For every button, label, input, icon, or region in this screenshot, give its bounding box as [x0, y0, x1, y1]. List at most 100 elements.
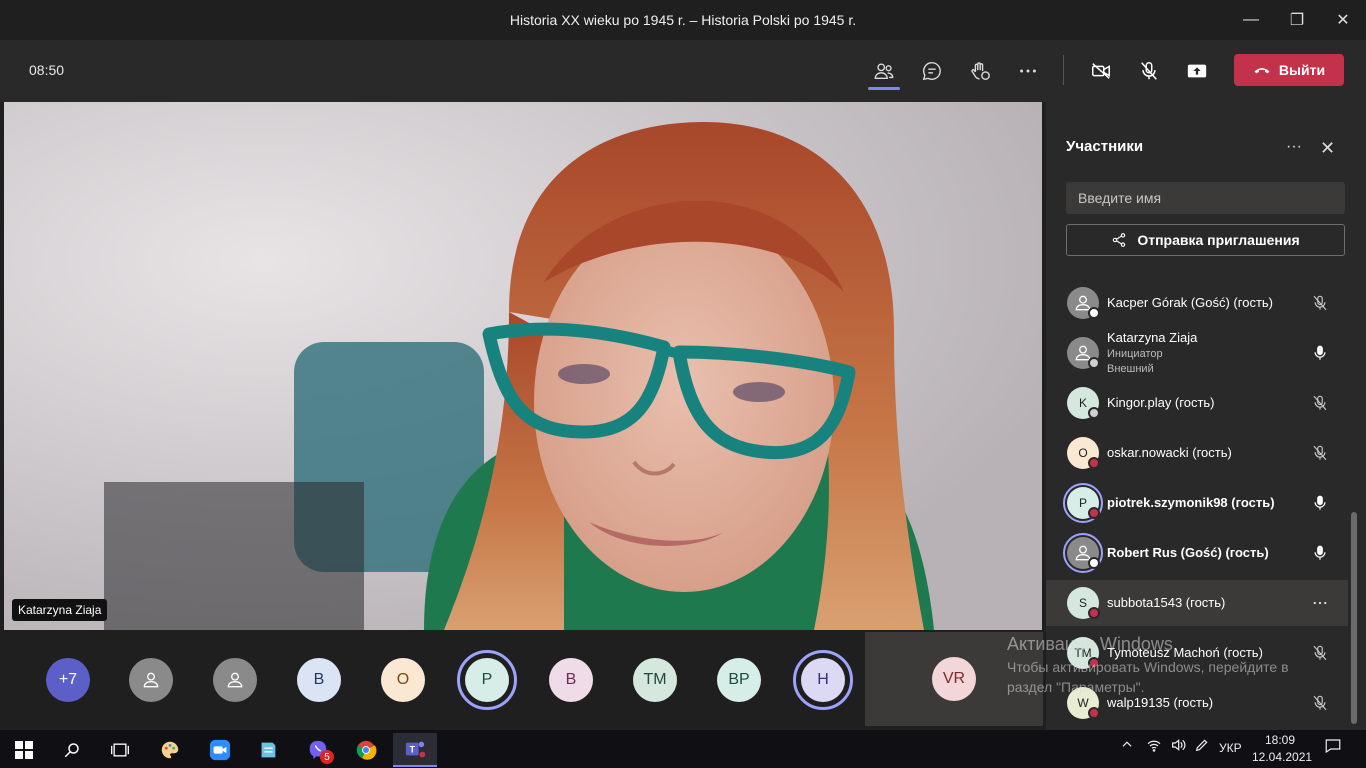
avatar-initials: W — [1077, 696, 1089, 710]
avatar-initials: O — [396, 671, 410, 688]
participants-icon[interactable] — [869, 56, 899, 86]
keyboard-language[interactable]: УКР — [1219, 741, 1242, 755]
participant-name: walp19135 (гость) — [1107, 695, 1214, 710]
pen-icon[interactable] — [1194, 737, 1210, 756]
task-view-icon[interactable] — [98, 733, 142, 767]
more-options-icon[interactable] — [1013, 56, 1043, 86]
presence-badge — [1088, 357, 1100, 369]
participant-name: subbota1543 (гость) — [1107, 595, 1226, 610]
avatar-initials: P — [481, 671, 493, 688]
participant-role: Инициатор — [1107, 348, 1163, 360]
person-icon — [227, 672, 243, 688]
start-icon[interactable] — [2, 733, 46, 767]
paint-app-icon[interactable] — [148, 733, 192, 767]
window-titlebar: Historia XX wieku po 1945 r. – Historia … — [0, 0, 1366, 40]
presence-badge — [1088, 457, 1100, 469]
stripe-avatar[interactable]: BP — [717, 658, 761, 702]
stripe-avatar[interactable] — [129, 658, 173, 702]
avatar-initials: K — [1078, 396, 1087, 410]
presence-badge — [1088, 707, 1100, 719]
restore-button[interactable]: ❐ — [1274, 0, 1320, 40]
activation-watermark-text: Чтобы активировать Windows, перейдите в … — [1007, 659, 1289, 695]
stripe-avatar[interactable]: B — [549, 658, 593, 702]
panel-title: Участники — [1066, 138, 1144, 155]
mic-on-icon[interactable] — [1311, 344, 1329, 362]
avatar-initials: H — [817, 671, 829, 688]
participant-name: Robert Rus (Gość) (гость) — [1107, 545, 1269, 560]
notifications-icon[interactable] — [1324, 737, 1342, 758]
avatar-initials: BP — [728, 671, 750, 688]
stripe-avatar[interactable]: H — [801, 658, 845, 702]
chrome-app-icon[interactable] — [344, 733, 388, 767]
mic-muted-icon[interactable] — [1311, 394, 1329, 412]
stripe-avatar[interactable]: P — [465, 658, 509, 702]
participant-role: Внешний — [1107, 363, 1154, 375]
teams-app-icon[interactable]: T — [393, 733, 437, 767]
leave-button[interactable]: Выйти — [1234, 54, 1344, 86]
panel-more-options-icon[interactable]: ··· — [1286, 138, 1302, 156]
participant-search-input[interactable] — [1066, 182, 1345, 214]
presence-badge — [1088, 607, 1100, 619]
taskbar-date: 12.04.2021 — [1252, 750, 1313, 764]
camera-off-icon[interactable] — [1086, 56, 1116, 86]
toolbar-divider — [1063, 55, 1064, 85]
close-window-button[interactable]: ✕ — [1320, 0, 1366, 40]
svg-text:T: T — [409, 745, 415, 755]
taskbar-time: 18:09 — [1265, 733, 1296, 747]
avatar-initials: TM — [643, 671, 667, 688]
panel-close-icon[interactable]: ✕ — [1320, 138, 1335, 159]
window-controls: — ❐ ✕ — [1228, 0, 1366, 40]
avatar: VR — [932, 657, 976, 701]
participant-video-image — [4, 102, 1042, 630]
tray-chevron-icon[interactable] — [1120, 737, 1134, 754]
wifi-icon[interactable] — [1146, 737, 1162, 756]
presence-badge — [1088, 557, 1100, 569]
share-screen-icon[interactable] — [1182, 56, 1212, 86]
mic-off-icon[interactable] — [1134, 56, 1164, 86]
leave-label: Выйти — [1278, 62, 1326, 78]
share-icon — [1113, 233, 1126, 247]
notepad-app-icon[interactable] — [246, 733, 290, 767]
invite-label: Отправка приглашения — [1137, 232, 1300, 248]
speaker-name-tag: Katarzyna Ziaja — [12, 599, 108, 621]
main-video-feed — [4, 102, 1042, 630]
avatar-initials: S — [1078, 596, 1087, 610]
reactions-icon[interactable] — [965, 56, 995, 86]
stripe-avatar[interactable]: O — [381, 658, 425, 702]
presence-badge — [1088, 507, 1100, 519]
presence-badge — [1088, 407, 1100, 419]
stripe-avatar[interactable]: B — [297, 658, 341, 702]
mic-muted-icon[interactable] — [1311, 444, 1329, 462]
avatar-initials: B — [565, 671, 577, 688]
participant-name: oskar.nowacki (гость) — [1107, 445, 1232, 460]
participants-active-indicator — [868, 87, 900, 90]
zoom-app-icon[interactable] — [198, 733, 242, 767]
mic-muted-icon[interactable] — [1311, 294, 1329, 312]
stripe-avatar[interactable]: +7 — [46, 658, 90, 702]
participant-name: Kacper Górak (Gość) (гость) — [1107, 295, 1273, 310]
viber-app-icon[interactable]: 5 — [296, 733, 340, 767]
window-title: Historia XX wieku po 1945 r. – Historia … — [509, 12, 857, 28]
participant-more-icon[interactable] — [1311, 594, 1329, 612]
volume-icon[interactable] — [1170, 737, 1186, 756]
activation-watermark-title: Активация Windows — [1007, 634, 1173, 654]
minimize-button[interactable]: — — [1228, 0, 1274, 40]
participant-name: Kingor.play (гость) — [1107, 395, 1215, 410]
person-icon — [143, 672, 159, 688]
search-icon[interactable] — [50, 733, 94, 767]
phone-hangup-icon — [1254, 68, 1270, 74]
avatar-initials: B — [313, 671, 325, 688]
participant-name: Katarzyna Ziaja — [1107, 330, 1198, 345]
participant-list-scrollbar[interactable] — [1351, 512, 1357, 724]
avatar-initials: P — [1078, 496, 1087, 510]
mic-on-icon[interactable] — [1311, 494, 1329, 512]
mic-on-icon[interactable] — [1311, 544, 1329, 562]
stripe-avatar[interactable]: TM — [633, 658, 677, 702]
participant-name: piotrek.szymonik98 (гость) — [1107, 495, 1275, 510]
share-invite-button[interactable]: Отправка приглашения — [1066, 224, 1345, 256]
chat-icon[interactable] — [917, 56, 947, 86]
meeting-duration: 08:50 — [29, 62, 65, 78]
viber-notification-badge: 5 — [320, 750, 334, 764]
avatar-initials: O — [1078, 446, 1088, 460]
stripe-avatar[interactable] — [213, 658, 257, 702]
